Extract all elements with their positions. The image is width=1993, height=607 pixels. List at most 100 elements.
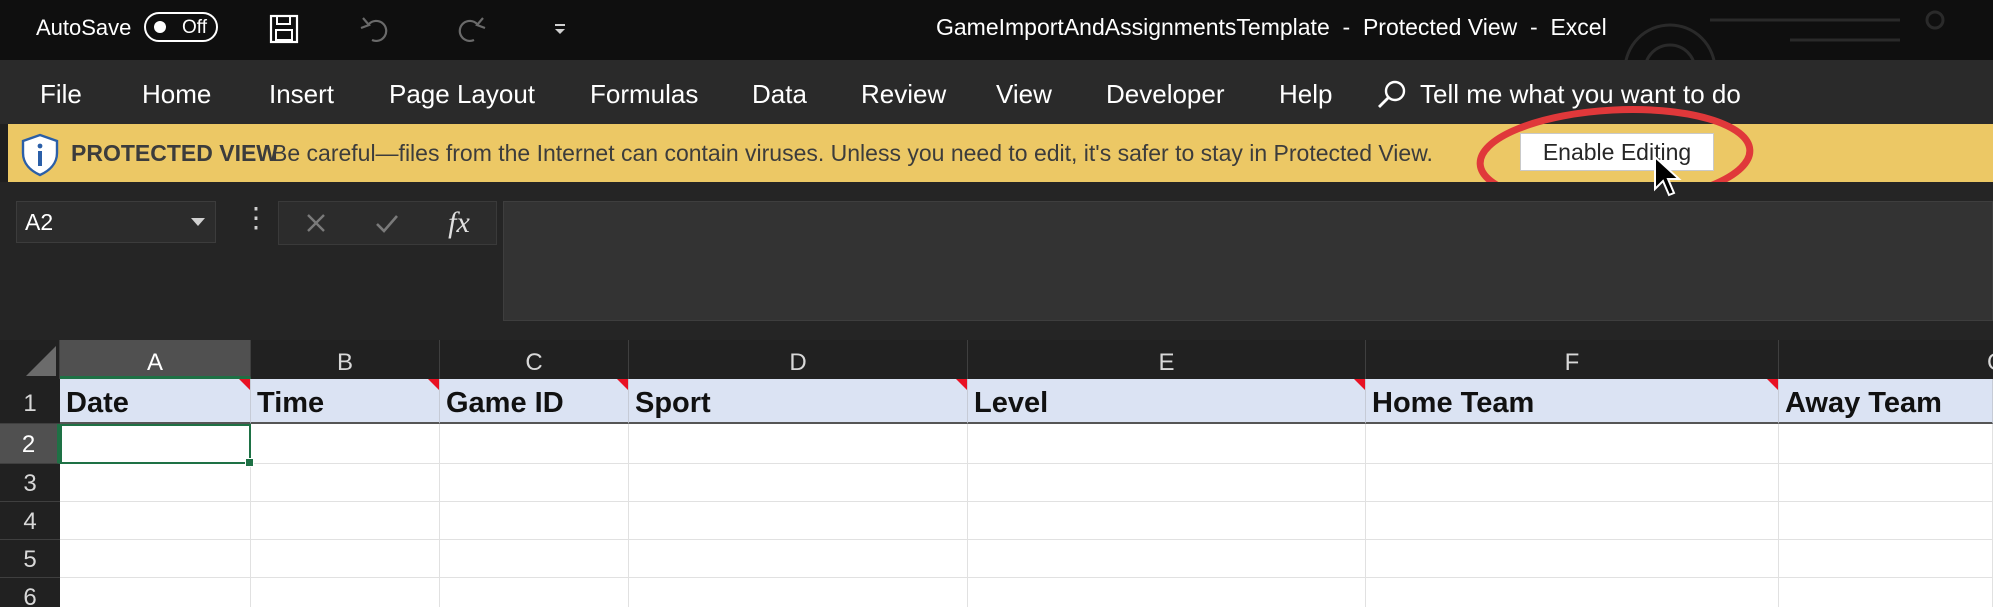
column-headers: A B C D E F G [0, 340, 1993, 379]
customize-qat-button[interactable] [540, 10, 580, 48]
toggle-knob [154, 21, 166, 33]
title-bar: AutoSave Off GameImportAndAssignmentsTem… [0, 0, 1993, 60]
comment-marker [428, 379, 439, 390]
column-header-g[interactable]: G [1779, 340, 1993, 379]
cell[interactable] [968, 578, 1366, 607]
spreadsheet-grid: A B C D E F G 1 2 3 4 5 6 Date Time Game… [0, 340, 1993, 607]
mouse-pointer-icon [1654, 155, 1682, 197]
cell[interactable] [1366, 578, 1779, 607]
fill-handle[interactable] [245, 458, 254, 467]
cell[interactable] [1779, 578, 1993, 607]
cell[interactable] [440, 540, 629, 578]
cell[interactable] [968, 464, 1366, 502]
cell[interactable] [60, 578, 251, 607]
cell[interactable] [629, 578, 968, 607]
cell[interactable] [629, 502, 968, 540]
header-cell-level[interactable]: Level [968, 379, 1366, 424]
autosave-state: Off [182, 17, 207, 38]
active-cell-selection[interactable] [60, 424, 254, 467]
protected-view-title: PROTECTED VIEW [71, 140, 279, 166]
header-label: Sport [635, 387, 711, 419]
cell[interactable] [440, 578, 629, 607]
tab-formulas[interactable]: Formulas [590, 79, 698, 110]
autosave-toggle[interactable]: Off [144, 12, 218, 42]
insert-function-button[interactable]: fx [439, 206, 479, 240]
column-header-b[interactable]: B [251, 340, 440, 379]
cell[interactable] [440, 424, 629, 464]
formula-bar-area: A2 ⋮ fx [0, 182, 1993, 340]
comment-marker [956, 379, 967, 390]
tab-home[interactable]: Home [142, 79, 211, 110]
cell[interactable] [1779, 464, 1993, 502]
save-button[interactable] [264, 10, 304, 48]
cell[interactable] [629, 464, 968, 502]
cell[interactable] [60, 540, 251, 578]
select-all-button[interactable] [0, 340, 60, 379]
row-header-5[interactable]: 5 [0, 540, 60, 578]
header-cell-away-team[interactable]: Away Team [1779, 379, 1993, 424]
cell[interactable] [251, 464, 440, 502]
tab-page-layout[interactable]: Page Layout [389, 79, 535, 110]
more-options-icon[interactable]: ⋮ [242, 204, 270, 232]
protected-view-message: Be careful—files from the Internet can c… [272, 140, 1433, 166]
header-cell-time[interactable]: Time [251, 379, 440, 424]
column-header-f[interactable]: F [1366, 340, 1779, 379]
cell[interactable] [968, 540, 1366, 578]
header-label: Away Team [1785, 387, 1942, 419]
cell[interactable] [1366, 464, 1779, 502]
column-header-a[interactable]: A [60, 340, 251, 379]
cancel-entry-button[interactable] [296, 206, 336, 240]
header-label: Time [257, 387, 325, 419]
cell[interactable] [251, 502, 440, 540]
column-header-c[interactable]: C [440, 340, 629, 379]
name-box-value: A2 [25, 209, 54, 235]
column-header-d[interactable]: D [629, 340, 968, 379]
cell[interactable] [440, 502, 629, 540]
cell[interactable] [1779, 424, 1993, 464]
redo-icon [458, 17, 486, 42]
tab-data[interactable]: Data [752, 79, 807, 110]
tab-view[interactable]: View [996, 79, 1052, 110]
tab-help[interactable]: Help [1279, 79, 1332, 110]
shield-icon [21, 133, 59, 177]
column-header-e[interactable]: E [968, 340, 1366, 379]
cell[interactable] [629, 424, 968, 464]
tab-insert[interactable]: Insert [269, 79, 334, 110]
header-label: Level [974, 387, 1049, 419]
cell[interactable] [1366, 424, 1779, 464]
header-cell-sport[interactable]: Sport [629, 379, 968, 424]
cell[interactable] [1366, 502, 1779, 540]
header-cell-home-team[interactable]: Home Team [1366, 379, 1779, 424]
header-cell-game-id[interactable]: Game ID [440, 379, 629, 424]
redo-button[interactable] [450, 10, 490, 48]
tab-review[interactable]: Review [861, 79, 946, 110]
row-header-2[interactable]: 2 [0, 424, 60, 464]
cell[interactable] [440, 464, 629, 502]
name-box[interactable]: A2 [16, 201, 216, 243]
cell[interactable] [251, 540, 440, 578]
cell[interactable] [968, 502, 1366, 540]
cell[interactable] [1366, 540, 1779, 578]
header-cell-date[interactable]: Date [60, 379, 251, 424]
save-icon [269, 14, 299, 44]
row-header-4[interactable]: 4 [0, 502, 60, 540]
cell[interactable] [60, 502, 251, 540]
tab-file[interactable]: File [40, 79, 82, 110]
row-header-6[interactable]: 6 [0, 578, 60, 607]
cell[interactable] [629, 540, 968, 578]
function-icon: fx [448, 206, 470, 239]
formula-input[interactable] [503, 201, 1993, 321]
cell[interactable] [1779, 540, 1993, 578]
undo-button[interactable] [356, 10, 396, 48]
enter-button[interactable] [367, 206, 407, 240]
header-label: Home Team [1372, 387, 1535, 419]
cell[interactable] [1779, 502, 1993, 540]
cell[interactable] [60, 464, 251, 502]
cell[interactable] [968, 424, 1366, 464]
row-header-1[interactable]: 1 [0, 379, 60, 424]
tab-developer[interactable]: Developer [1106, 79, 1225, 110]
comment-marker [1354, 379, 1365, 390]
cell[interactable] [251, 424, 440, 464]
cell[interactable] [251, 578, 440, 607]
row-header-3[interactable]: 3 [0, 464, 60, 502]
